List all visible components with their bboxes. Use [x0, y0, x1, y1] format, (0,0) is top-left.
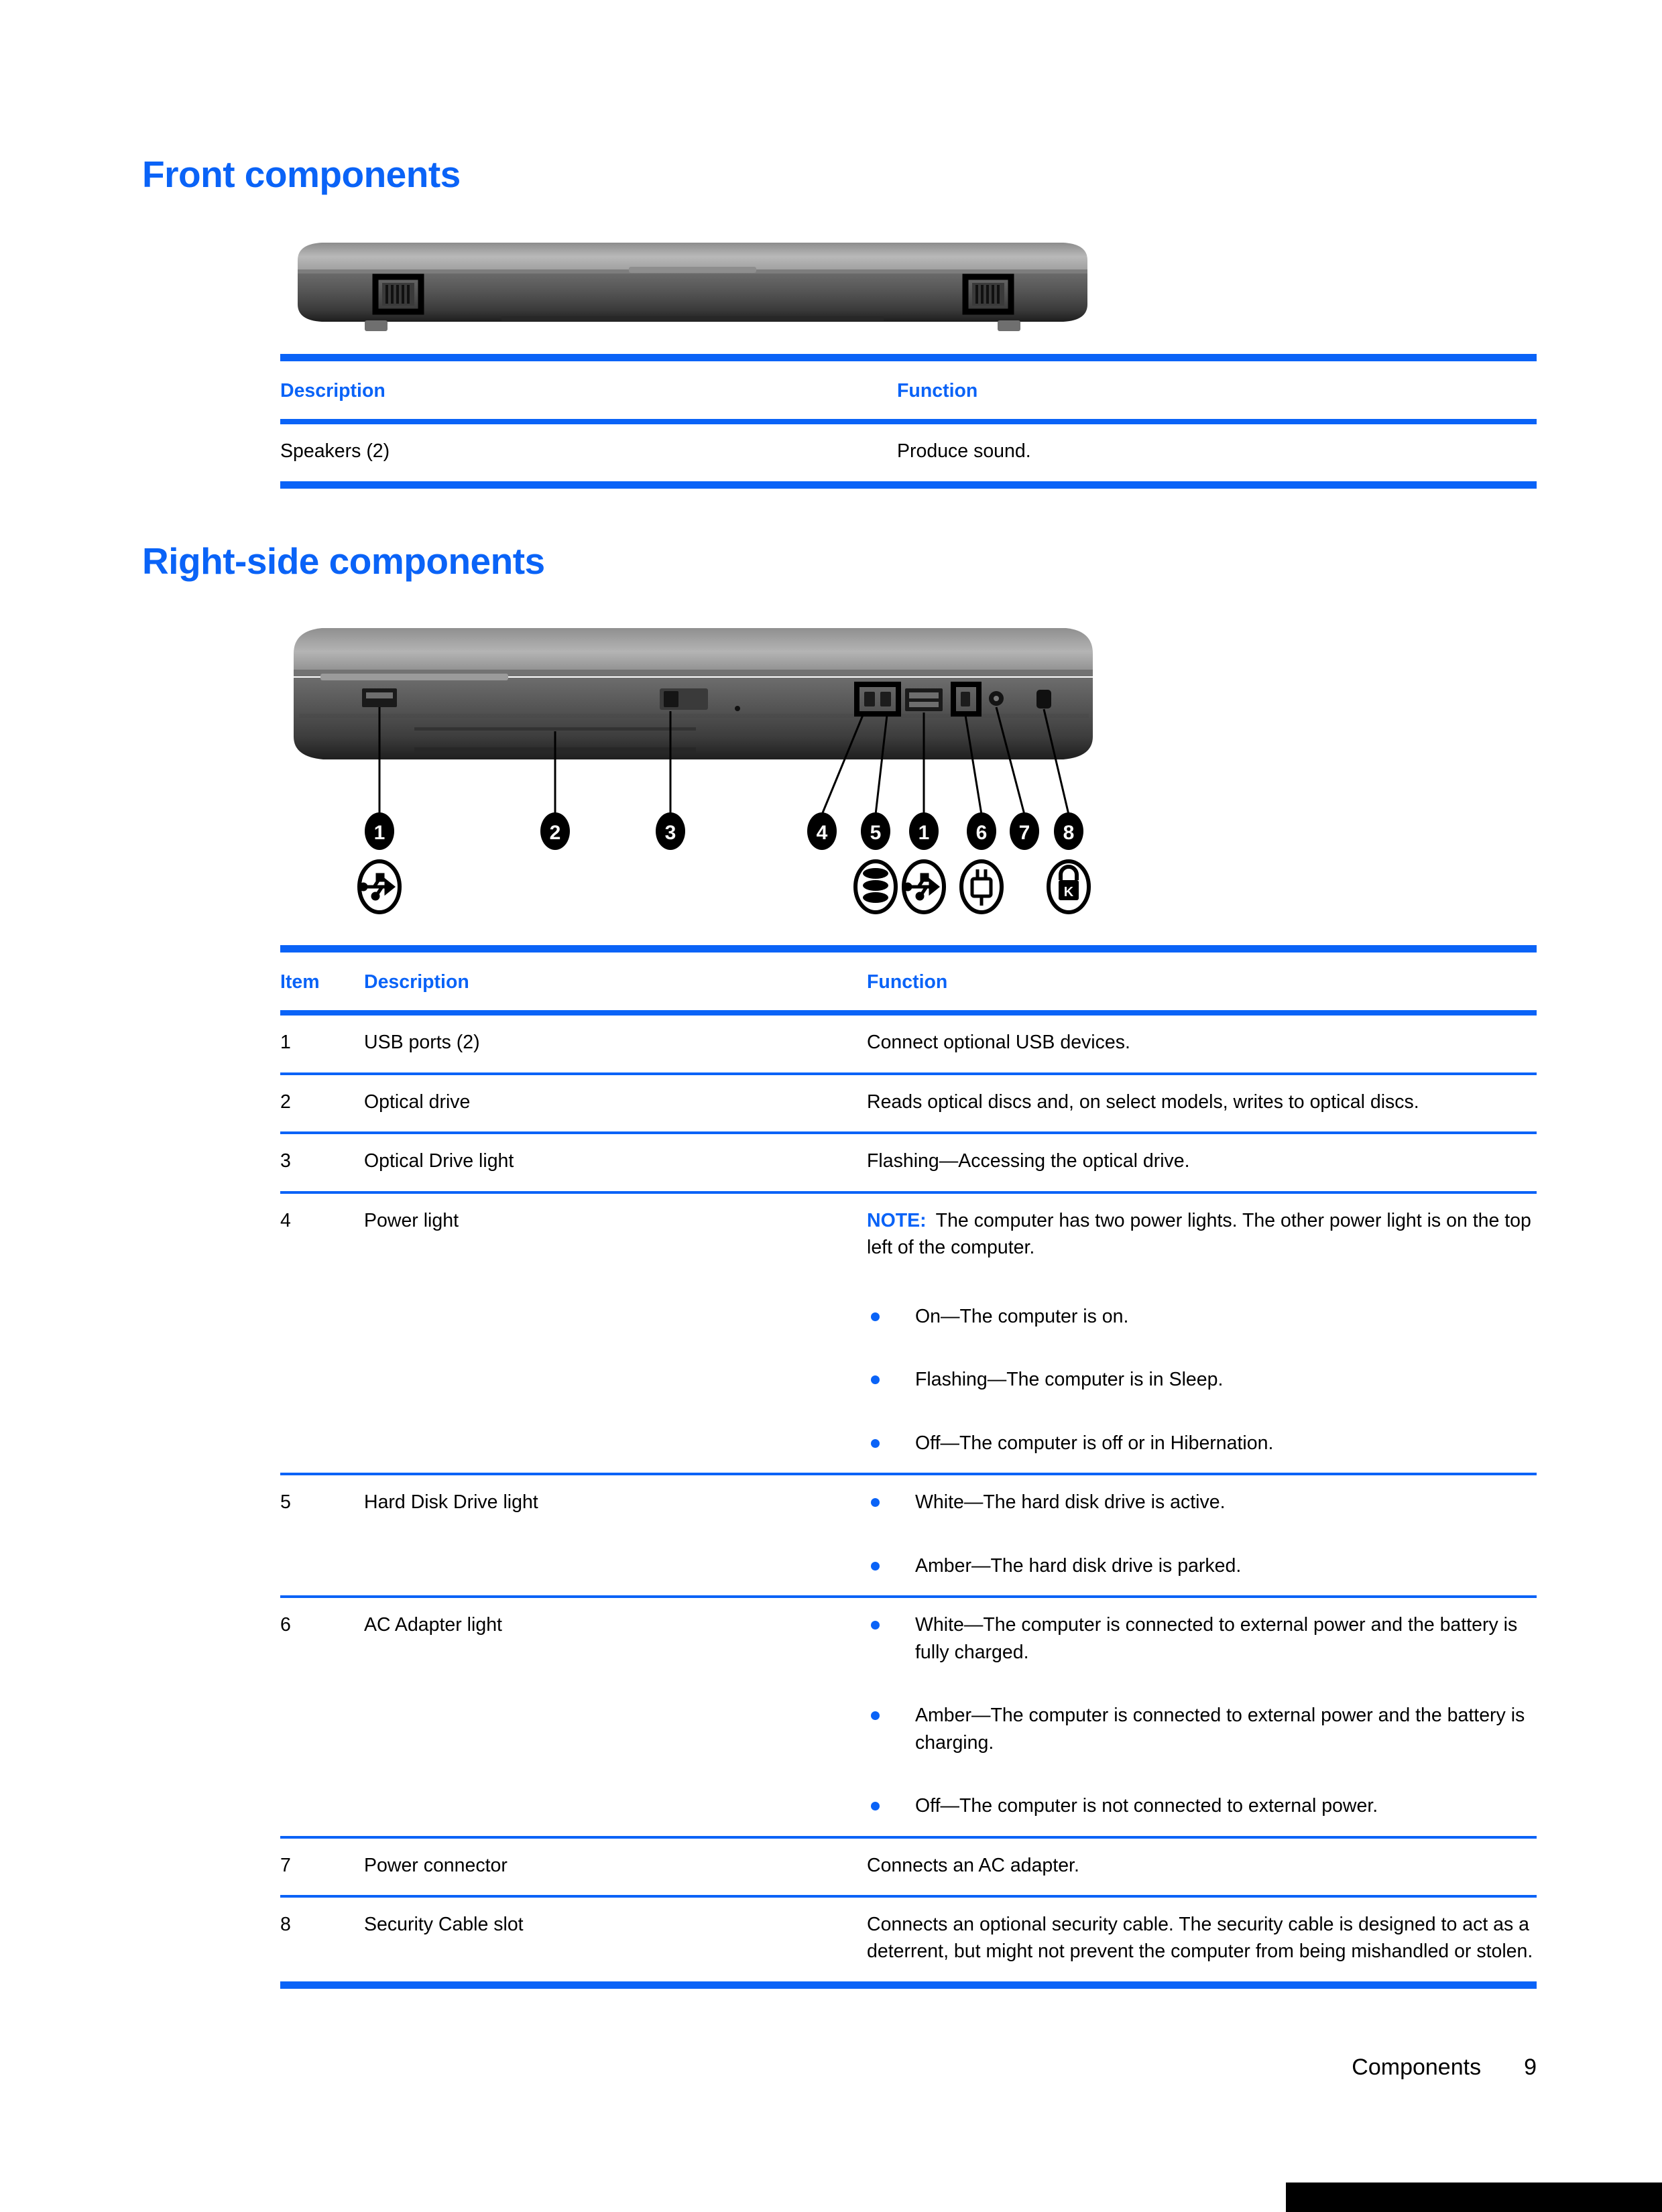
table-bottom-rule — [280, 1981, 1537, 1989]
cell-item: 8 — [280, 1913, 291, 1935]
cell-description: USB ports (2) — [364, 1032, 480, 1054]
column-header-function: Function — [867, 971, 948, 993]
table-top-rule — [280, 354, 1537, 361]
front-components-table: Description Function Speakers (2) Produc… — [280, 354, 1537, 489]
list-item: Amber—The computer is connected to exter… — [867, 1702, 1537, 1756]
callout-7: 7 — [1010, 812, 1039, 850]
callout-1a: 1 — [365, 812, 394, 850]
document-page: Front components Description Function Sp… — [0, 0, 1662, 2212]
callout-badges: 1 2 3 4 5 1 6 7 8 — [365, 812, 1083, 850]
note-label: NOTE: — [867, 1209, 927, 1231]
callout-2: 2 — [540, 812, 570, 850]
function-bullet-list: On—The computer is on. Flashing—The comp… — [867, 1303, 1537, 1457]
table-top-rule — [280, 945, 1537, 953]
list-item: Flashing—The computer is in Sleep. — [867, 1366, 1537, 1393]
usb-icon — [357, 859, 402, 914]
footer-chapter-name: Components — [1352, 2054, 1482, 2080]
cell-item: 4 — [280, 1209, 291, 1231]
page-title-right-side-components: Right-side components — [142, 540, 545, 582]
list-item: White—The hard disk drive is active. — [867, 1489, 1537, 1516]
list-item: On—The computer is on. — [867, 1303, 1537, 1330]
table-row: 1 USB ports (2) Connect optional USB dev… — [280, 1016, 1537, 1072]
cell-function: White—The computer is connected to exter… — [867, 1598, 1537, 1835]
svg-text:1: 1 — [374, 822, 385, 844]
table-row: 3 Optical Drive light Flashing—Accessing… — [280, 1134, 1537, 1190]
cell-item: 2 — [280, 1091, 291, 1113]
note-text: The computer has two power lights. The o… — [867, 1209, 1531, 1259]
cell-description: Security Cable slot — [364, 1913, 524, 1935]
page-title-front-components: Front components — [142, 153, 461, 195]
cell-item: 5 — [280, 1491, 291, 1514]
table-bottom-rule — [280, 481, 1537, 489]
footer-page-number: 9 — [1524, 2054, 1537, 2080]
callout-5: 5 — [861, 812, 890, 850]
table-row: 2 Optical drive Reads optical discs and,… — [280, 1075, 1537, 1131]
svg-text:7: 7 — [1019, 822, 1030, 844]
svg-text:K: K — [1064, 885, 1074, 900]
power-plug-icon — [959, 859, 1004, 914]
cell-description: Hard Disk Drive light — [364, 1491, 538, 1514]
right-side-components-table: Item Description Function 1 USB ports (2… — [280, 945, 1537, 1989]
table-row: 4 Power light NOTE: The computer has two … — [280, 1194, 1537, 1473]
table-row: 7 Power connector Connects an AC adapter… — [280, 1839, 1537, 1895]
cell-description: Optical Drive light — [364, 1150, 514, 1172]
svg-text:4: 4 — [817, 822, 828, 844]
table-row: Speakers (2) Produce sound. — [280, 424, 1537, 481]
list-item: Amber—The hard disk drive is parked. — [867, 1552, 1537, 1579]
hard-drive-icon — [853, 859, 898, 914]
column-header-description: Description — [280, 380, 385, 402]
cell-description: Power connector — [364, 1854, 508, 1876]
svg-text:2: 2 — [550, 822, 561, 844]
page-footer: Components 9 — [280, 2054, 1537, 2081]
table-row: 6 AC Adapter light White—The computer is… — [280, 1598, 1537, 1835]
cell-description: AC Adapter light — [364, 1614, 502, 1636]
front-components-illustration — [280, 235, 1105, 342]
callout-8: 8 — [1054, 812, 1083, 850]
column-header-function: Function — [897, 380, 978, 402]
note-callout: NOTE: The computer has two power lights. … — [867, 1207, 1537, 1262]
cell-function: White—The hard disk drive is active. Amb… — [867, 1475, 1537, 1595]
cell-function: Produce sound. — [897, 440, 1031, 463]
cell-description: Power light — [364, 1209, 459, 1231]
svg-text:5: 5 — [870, 822, 882, 844]
cell-item: 6 — [280, 1614, 291, 1636]
callout-6: 6 — [967, 812, 996, 850]
table-row: 8 Security Cable slot Connects an option… — [280, 1898, 1537, 1981]
svg-text:3: 3 — [665, 822, 676, 844]
svg-text:8: 8 — [1063, 822, 1075, 844]
callout-3: 3 — [656, 812, 685, 850]
cell-description: Optical drive — [364, 1091, 471, 1113]
callout-1b: 1 — [909, 812, 939, 850]
lock-icon: K — [1047, 859, 1091, 914]
list-item: Off—The computer is not connected to ext… — [867, 1792, 1537, 1819]
right-side-components-illustration: 1 2 3 4 5 1 6 7 8 K — [280, 613, 1105, 922]
svg-text:6: 6 — [976, 822, 988, 844]
column-header-description: Description — [364, 971, 469, 993]
cell-function: Connects an optional security cable. The… — [867, 1913, 1533, 1963]
list-item: Off—The computer is off or in Hibernatio… — [867, 1430, 1537, 1457]
cell-function: Reads optical discs and, on select model… — [867, 1091, 1419, 1113]
function-bullet-list: White—The hard disk drive is active. Amb… — [867, 1489, 1537, 1579]
function-bullet-list: White—The computer is connected to exter… — [867, 1611, 1537, 1819]
cell-function: Connect optional USB devices. — [867, 1032, 1130, 1054]
svg-text:1: 1 — [918, 822, 930, 844]
cell-function: Flashing—Accessing the optical drive. — [867, 1150, 1190, 1172]
scan-edge-artifact — [1286, 2183, 1662, 2212]
cell-item: 3 — [280, 1150, 291, 1172]
table-header-rule — [280, 1010, 1537, 1016]
cell-item: 1 — [280, 1032, 291, 1054]
callout-4: 4 — [807, 812, 837, 850]
table-header-rule — [280, 419, 1537, 425]
cell-function: Connects an AC adapter. — [867, 1854, 1079, 1876]
cell-function: NOTE: The computer has two power lights. … — [867, 1194, 1537, 1473]
table-header-row: Description Function — [280, 361, 1537, 419]
usb-icon-2 — [902, 859, 946, 914]
table-header-row: Item Description Function — [280, 953, 1537, 1010]
list-item: White—The computer is connected to exter… — [867, 1611, 1537, 1666]
cell-description: Speakers (2) — [280, 440, 390, 463]
table-row: 5 Hard Disk Drive light White—The hard d… — [280, 1475, 1537, 1595]
cell-item: 7 — [280, 1854, 291, 1876]
column-header-item: Item — [280, 971, 320, 993]
